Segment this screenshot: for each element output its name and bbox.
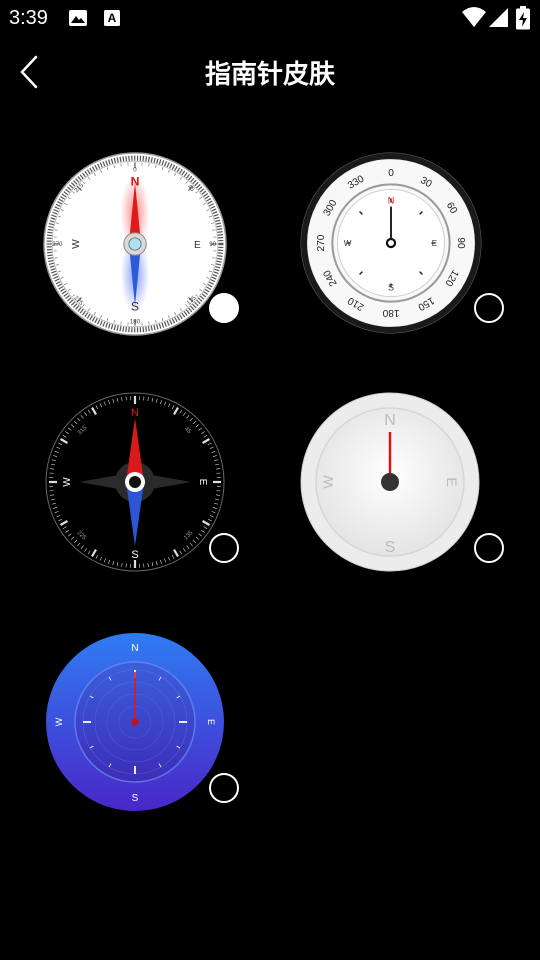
- degree-label: 270: [316, 234, 327, 251]
- skin-radio-1[interactable]: [209, 293, 239, 323]
- degree-label: 90: [455, 237, 466, 249]
- status-time: 3:39: [9, 7, 48, 29]
- skin-radio-3[interactable]: [209, 533, 239, 563]
- degree-180: 180: [130, 319, 141, 326]
- app-bar: 指南针皮肤: [0, 36, 540, 108]
- image-icon: [69, 10, 87, 26]
- degree-label: 180: [382, 307, 399, 318]
- label-s: S: [132, 793, 139, 804]
- label-n: N: [384, 412, 396, 429]
- label-n: N: [131, 643, 138, 654]
- compass-skin-classic-white: N S E W 0 180 90 270 45 315 135 225: [43, 152, 227, 336]
- font-icon: A: [104, 10, 120, 26]
- label-n: N: [131, 407, 139, 419]
- compass-skin-minimal-white: N S E W: [300, 392, 480, 572]
- page-title: 指南针皮肤: [204, 60, 335, 90]
- skin-option-3[interactable]: N S E W 45 315 135 225: [30, 385, 270, 585]
- skin-option-4[interactable]: N S E W: [285, 385, 525, 585]
- cell-signal-icon: [489, 8, 508, 27]
- skin-radio-5[interactable]: [209, 773, 239, 803]
- wifi-icon: [462, 7, 486, 27]
- skin-radio-2[interactable]: [474, 293, 504, 323]
- label-s: S: [131, 549, 138, 561]
- label-n: N: [131, 175, 140, 189]
- label-w: W: [320, 475, 336, 489]
- skin-option-1[interactable]: N S E W 0 180 90 270 45 315 135 225: [30, 145, 270, 345]
- label-n: N: [388, 196, 395, 206]
- label-w: W: [344, 239, 352, 248]
- status-bar: 3:39 A: [0, 0, 540, 36]
- label-s: S: [131, 299, 139, 313]
- degree-0: 0: [133, 166, 137, 173]
- label-s: S: [388, 283, 394, 293]
- degree-90: 90: [209, 241, 216, 248]
- label-e: E: [194, 240, 201, 251]
- skin-option-2[interactable]: 0 30 60 90 120 150 180 210 240 270 300 330 N S E W: [285, 145, 525, 345]
- compass-skin-blue-gradient: N S E W: [46, 633, 224, 811]
- degree-label: 0: [388, 168, 394, 179]
- compass-skin-dark-needle: N S E W 45 315 135 225: [45, 392, 225, 572]
- compass-skin-silver-bezel: 0306090120150180210240270300330 N S E W: [300, 152, 482, 334]
- label-e: E: [444, 477, 460, 486]
- skin-option-5[interactable]: N S E W: [30, 625, 270, 825]
- degree-270: 270: [52, 241, 63, 248]
- label-e: E: [432, 239, 438, 248]
- skin-radio-4[interactable]: [474, 533, 504, 563]
- label-e: E: [197, 479, 208, 486]
- label-w: W: [54, 717, 64, 726]
- label-w: W: [62, 477, 73, 487]
- label-e: E: [206, 719, 216, 725]
- battery-charging-icon: [516, 6, 530, 30]
- svg-text:A: A: [108, 11, 117, 25]
- label-w: W: [71, 239, 82, 249]
- label-s: S: [385, 539, 396, 556]
